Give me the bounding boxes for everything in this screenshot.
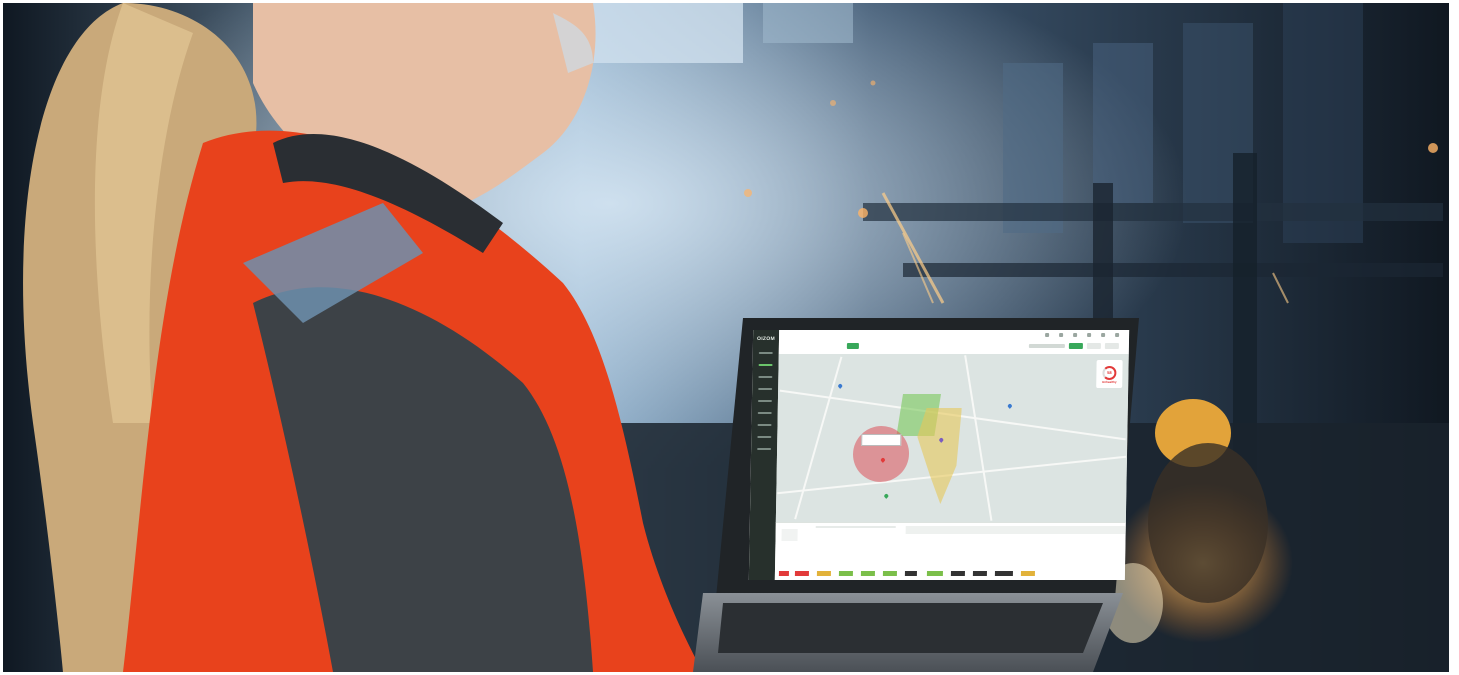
parameter-strip bbox=[774, 522, 1126, 580]
map-road bbox=[794, 356, 843, 520]
metric-chip bbox=[838, 571, 853, 576]
location-pin-icon[interactable] bbox=[883, 493, 890, 499]
metric-chip bbox=[882, 571, 897, 576]
metric-chip bbox=[994, 571, 1013, 576]
sidebar-item-active[interactable] bbox=[758, 364, 773, 366]
laptop-screen: OIZOM 58 Unhealthy bbox=[748, 330, 1130, 580]
sidebar-item[interactable] bbox=[757, 400, 772, 402]
tertiary-action-button[interactable] bbox=[1104, 343, 1119, 349]
help-icon[interactable] bbox=[1101, 333, 1106, 337]
aqi-status: Unhealthy bbox=[1101, 380, 1117, 384]
metric-chip bbox=[794, 571, 809, 576]
map-road bbox=[964, 355, 993, 521]
photo-scene: OIZOM 58 Unhealthy bbox=[3, 3, 1449, 672]
location-pin-icon[interactable] bbox=[1007, 403, 1013, 409]
pollutant-tabs[interactable] bbox=[815, 526, 896, 528]
brand-logo: OIZOM bbox=[757, 336, 776, 342]
bell-icon[interactable] bbox=[1087, 333, 1092, 337]
metric-chip bbox=[860, 571, 875, 576]
map-tooltip bbox=[861, 434, 902, 446]
metric-chip bbox=[972, 571, 987, 576]
sidebar-item[interactable] bbox=[757, 424, 772, 426]
lock-icon[interactable] bbox=[1059, 333, 1064, 337]
sidebar-item[interactable] bbox=[757, 448, 772, 450]
zone-yellow[interactable] bbox=[916, 408, 962, 504]
live-status bbox=[1028, 344, 1065, 348]
station-select-button[interactable] bbox=[846, 343, 859, 349]
sidebar-item[interactable] bbox=[757, 436, 772, 438]
aqi-gauge: 58 bbox=[1102, 366, 1117, 380]
secondary-action-button[interactable] bbox=[1086, 343, 1101, 349]
location-pin-icon[interactable] bbox=[837, 383, 844, 389]
metric-chip bbox=[778, 571, 789, 576]
aqi-map[interactable]: 58 Unhealthy bbox=[775, 354, 1129, 522]
factory-background bbox=[3, 3, 1449, 672]
sidebar-item[interactable] bbox=[758, 388, 773, 390]
share-icon[interactable] bbox=[1045, 333, 1050, 337]
sidebar-item[interactable] bbox=[758, 352, 773, 354]
app-toolbar bbox=[778, 340, 1130, 354]
aqi-card: 58 Unhealthy bbox=[1096, 360, 1123, 388]
metric-chip bbox=[926, 571, 943, 576]
metric-chip bbox=[950, 571, 965, 576]
info-banner bbox=[905, 526, 1126, 534]
metric-chip bbox=[816, 571, 831, 576]
sidebar-item[interactable] bbox=[757, 412, 772, 414]
grid-icon[interactable] bbox=[1073, 333, 1078, 337]
user-icon[interactable] bbox=[1115, 333, 1120, 337]
primary-action-button[interactable] bbox=[1068, 343, 1083, 349]
metric-chip bbox=[904, 571, 917, 576]
metric-chip bbox=[1020, 571, 1035, 576]
sidebar-item[interactable] bbox=[758, 376, 773, 378]
aqi-summary bbox=[781, 529, 798, 541]
